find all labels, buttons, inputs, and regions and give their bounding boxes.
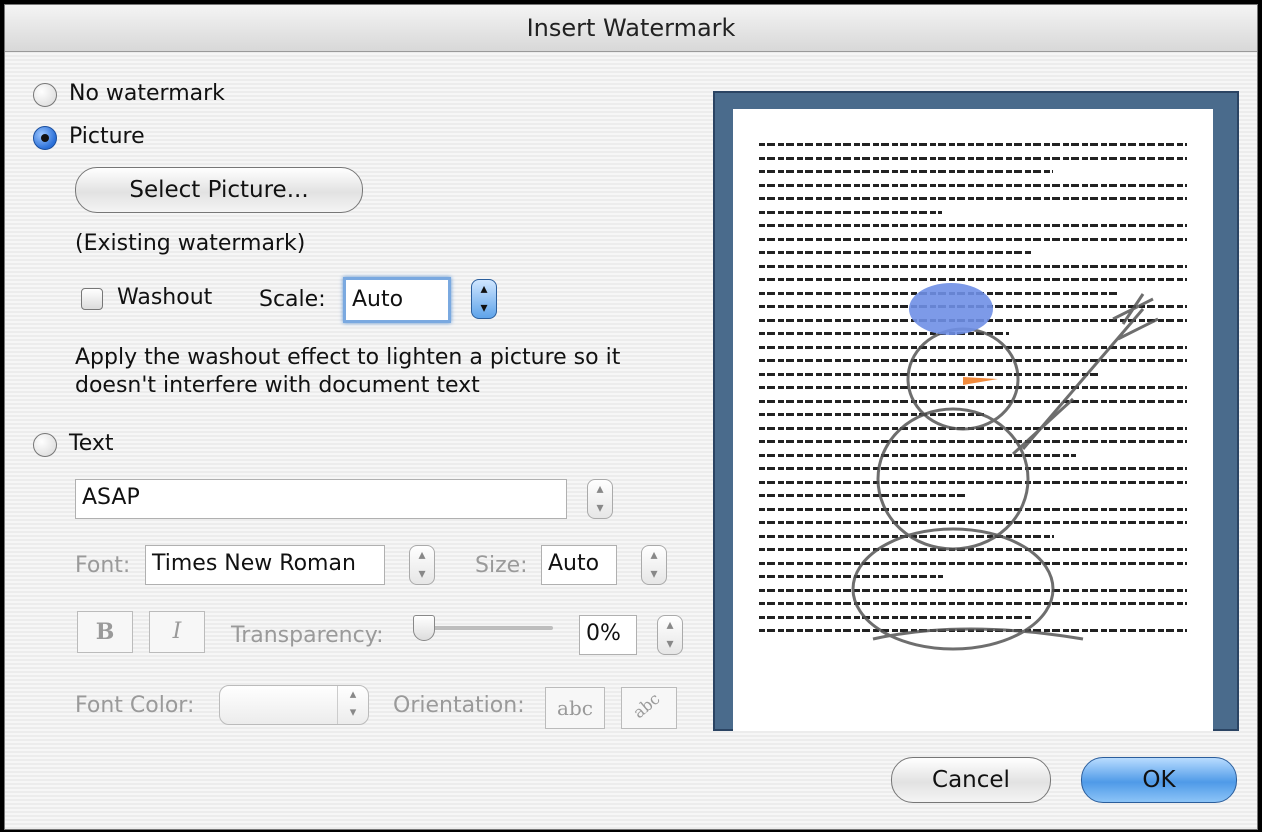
- ok-button[interactable]: OK: [1081, 757, 1237, 803]
- washout-help-line-1: Apply the washout effect to lighten a pi…: [75, 345, 621, 370]
- orientation-diagonal-label: abc: [629, 688, 664, 723]
- scale-input[interactable]: Auto: [343, 277, 451, 323]
- select-picture-button[interactable]: Select Picture...: [75, 167, 363, 213]
- preview-text-line: [759, 156, 1187, 160]
- watermark-text-input[interactable]: ASAP: [75, 479, 567, 519]
- size-label: Size:: [475, 553, 528, 578]
- washout-help-line-2: doesn't interfere with document text: [75, 373, 480, 398]
- text-label[interactable]: Text: [69, 431, 114, 456]
- preview-text-line: [759, 197, 1187, 200]
- preview-text-line: [759, 170, 1053, 173]
- preview-page: [733, 109, 1213, 731]
- transparency-slider-thumb[interactable]: [413, 615, 435, 641]
- watermark-preview: [713, 91, 1239, 731]
- preview-text-line: [759, 264, 1187, 268]
- picture-label[interactable]: Picture: [69, 124, 145, 149]
- preview-text-line: [759, 143, 1187, 146]
- popup-arrows-icon: ▴ ▾: [337, 686, 368, 724]
- bold-button[interactable]: B: [77, 611, 133, 653]
- transparency-input[interactable]: 0%: [579, 615, 637, 655]
- washout-checkbox[interactable]: [81, 288, 103, 310]
- dialog-title: Insert Watermark: [5, 5, 1257, 52]
- scale-stepper[interactable]: ▴ ▾: [471, 279, 497, 319]
- preview-text-line: [759, 224, 1187, 227]
- insert-watermark-dialog: Insert Watermark No watermark Picture Se…: [4, 4, 1258, 830]
- existing-watermark-text: (Existing watermark): [75, 231, 306, 256]
- font-color-label: Font Color:: [75, 693, 195, 718]
- font-input[interactable]: Times New Roman: [145, 545, 385, 585]
- size-stepper[interactable]: ▴ ▾: [641, 545, 667, 585]
- scale-label: Scale:: [259, 287, 326, 312]
- no-watermark-label[interactable]: No watermark: [69, 81, 225, 106]
- preview-text-line: [759, 251, 1031, 254]
- transparency-stepper[interactable]: ▴ ▾: [657, 615, 683, 655]
- preview-text-line: [759, 237, 1187, 241]
- orientation-diagonal-button[interactable]: abc: [621, 687, 677, 729]
- preview-text-line: [759, 210, 942, 214]
- cancel-button[interactable]: Cancel: [891, 757, 1051, 803]
- italic-button[interactable]: I: [149, 611, 205, 653]
- no-watermark-radio[interactable]: [33, 83, 57, 107]
- preview-text-line: [759, 183, 1187, 187]
- orientation-horizontal-button[interactable]: abc: [545, 687, 605, 729]
- orientation-label: Orientation:: [393, 693, 525, 718]
- size-input[interactable]: Auto: [541, 545, 617, 585]
- transparency-label: Transparency:: [231, 623, 384, 648]
- snowman-watermark-image: [851, 283, 1159, 651]
- font-color-popup[interactable]: ▴ ▾: [219, 685, 369, 725]
- font-stepper[interactable]: ▴ ▾: [409, 545, 435, 585]
- washout-label[interactable]: Washout: [117, 285, 212, 310]
- text-radio[interactable]: [33, 433, 57, 457]
- font-label: Font:: [75, 553, 131, 578]
- picture-radio[interactable]: [33, 126, 57, 150]
- watermark-text-stepper[interactable]: ▴ ▾: [587, 479, 613, 519]
